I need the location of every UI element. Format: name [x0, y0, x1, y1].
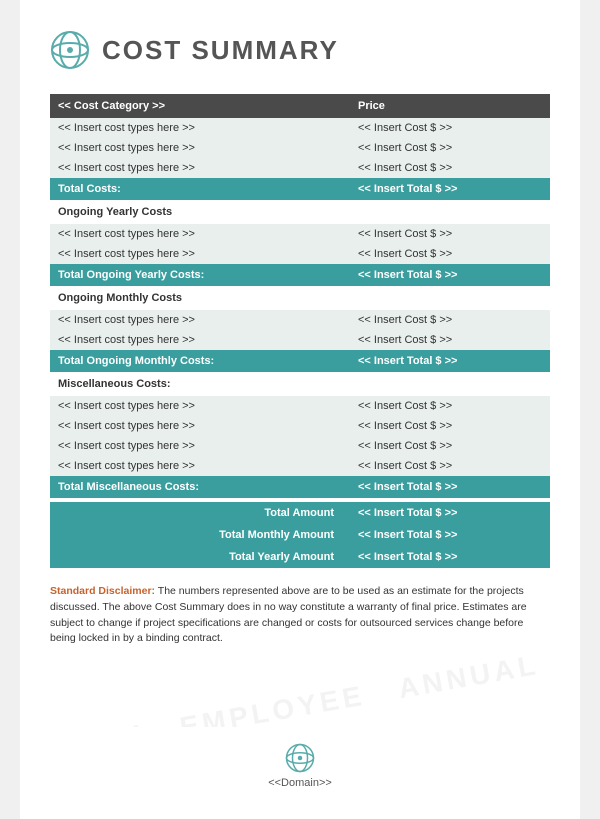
section-header-row: Miscellaneous Costs: [50, 372, 550, 396]
total-label: Total Ongoing Yearly Costs: [50, 264, 350, 286]
col-header-price: Price [350, 94, 550, 118]
cell-category: << Insert cost types here >> [50, 416, 350, 436]
total-price: << Insert Total $ >> [350, 350, 550, 372]
summary-label: Total Yearly Amount [50, 546, 350, 568]
summary-price: << Insert Total $ >> [350, 502, 550, 524]
total-label: Total Miscellaneous Costs: [50, 476, 350, 498]
table-row: << Insert cost types here >><< Insert Co… [50, 416, 550, 436]
cell-category: << Insert cost types here >> [50, 310, 350, 330]
cell-category: << Insert cost types here >> [50, 118, 350, 138]
watermark: BOOK EMPLOYEE ANNUAL REPORT DOCUMENT [50, 647, 550, 727]
cell-price: << Insert Cost $ >> [350, 436, 550, 456]
page-title: COST SUMMARY [102, 35, 339, 66]
cell-price: << Insert Cost $ >> [350, 118, 550, 138]
cell-price: << Insert Cost $ >> [350, 224, 550, 244]
cell-category: << Insert cost types here >> [50, 224, 350, 244]
cell-price: << Insert Cost $ >> [350, 158, 550, 178]
table-row: << Insert cost types here >><< Insert Co… [50, 138, 550, 158]
table-row: << Insert cost types here >><< Insert Co… [50, 436, 550, 456]
disclaimer-label: Standard Disclaimer: [50, 585, 155, 597]
cell-price: << Insert Cost $ >> [350, 456, 550, 476]
total-row: Total Miscellaneous Costs:<< Insert Tota… [50, 476, 550, 498]
total-row: Total Costs:<< Insert Total $ >> [50, 178, 550, 200]
cell-category: << Insert cost types here >> [50, 158, 350, 178]
cell-category: << Insert cost types here >> [50, 244, 350, 264]
section-header-row: Ongoing Yearly Costs [50, 200, 550, 224]
cell-price: << Insert Cost $ >> [350, 244, 550, 264]
cell-category: << Insert cost types here >> [50, 396, 350, 416]
table-row: << Insert cost types here >><< Insert Co… [50, 396, 550, 416]
total-price: << Insert Total $ >> [350, 178, 550, 200]
table-row: << Insert cost types here >><< Insert Co… [50, 456, 550, 476]
total-row: Total Ongoing Yearly Costs:<< Insert Tot… [50, 264, 550, 286]
table-row: << Insert cost types here >><< Insert Co… [50, 224, 550, 244]
disclaimer: Standard Disclaimer: The numbers represe… [50, 584, 550, 647]
total-row: Total Ongoing Monthly Costs:<< Insert To… [50, 350, 550, 372]
section-header-label: Ongoing Yearly Costs [50, 200, 550, 224]
watermark-area: BOOK EMPLOYEE ANNUAL REPORT DOCUMENT [50, 647, 550, 727]
table-row: << Insert cost types here >><< Insert Co… [50, 244, 550, 264]
footer: <<Domain>> [50, 743, 550, 789]
table-row: << Insert cost types here >><< Insert Co… [50, 158, 550, 178]
section-header-label: Miscellaneous Costs: [50, 372, 550, 396]
header: COST SUMMARY [50, 30, 550, 70]
cell-price: << Insert Cost $ >> [350, 138, 550, 158]
cell-category: << Insert cost types here >> [50, 456, 350, 476]
cost-summary-table: << Cost Category >> Price << Insert cost… [50, 94, 550, 568]
table-row: << Insert cost types here >><< Insert Co… [50, 310, 550, 330]
logo-icon [50, 30, 90, 70]
cell-price: << Insert Cost $ >> [350, 310, 550, 330]
cell-category: << Insert cost types here >> [50, 436, 350, 456]
table-header-row: << Cost Category >> Price [50, 94, 550, 118]
cell-category: << Insert cost types here >> [50, 330, 350, 350]
section-header-label: Ongoing Monthly Costs [50, 286, 550, 310]
table-row: << Insert cost types here >><< Insert Co… [50, 118, 550, 138]
total-label: Total Costs: [50, 178, 350, 200]
cell-price: << Insert Cost $ >> [350, 396, 550, 416]
total-price: << Insert Total $ >> [350, 476, 550, 498]
section-header-row: Ongoing Monthly Costs [50, 286, 550, 310]
summary-label: Total Monthly Amount [50, 524, 350, 546]
summary-row: Total Amount<< Insert Total $ >> [50, 502, 550, 524]
cell-category: << Insert cost types here >> [50, 138, 350, 158]
col-header-category: << Cost Category >> [50, 94, 350, 118]
summary-label: Total Amount [50, 502, 350, 524]
cell-price: << Insert Cost $ >> [350, 416, 550, 436]
footer-logo-icon [285, 743, 315, 773]
summary-price: << Insert Total $ >> [350, 546, 550, 568]
summary-row: Total Yearly Amount<< Insert Total $ >> [50, 546, 550, 568]
page: COST SUMMARY << Cost Category >> Price <… [20, 0, 580, 819]
table-row: << Insert cost types here >><< Insert Co… [50, 330, 550, 350]
cell-price: << Insert Cost $ >> [350, 330, 550, 350]
summary-row: Total Monthly Amount<< Insert Total $ >> [50, 524, 550, 546]
total-price: << Insert Total $ >> [350, 264, 550, 286]
total-label: Total Ongoing Monthly Costs: [50, 350, 350, 372]
footer-domain: <<Domain>> [268, 777, 332, 789]
summary-price: << Insert Total $ >> [350, 524, 550, 546]
